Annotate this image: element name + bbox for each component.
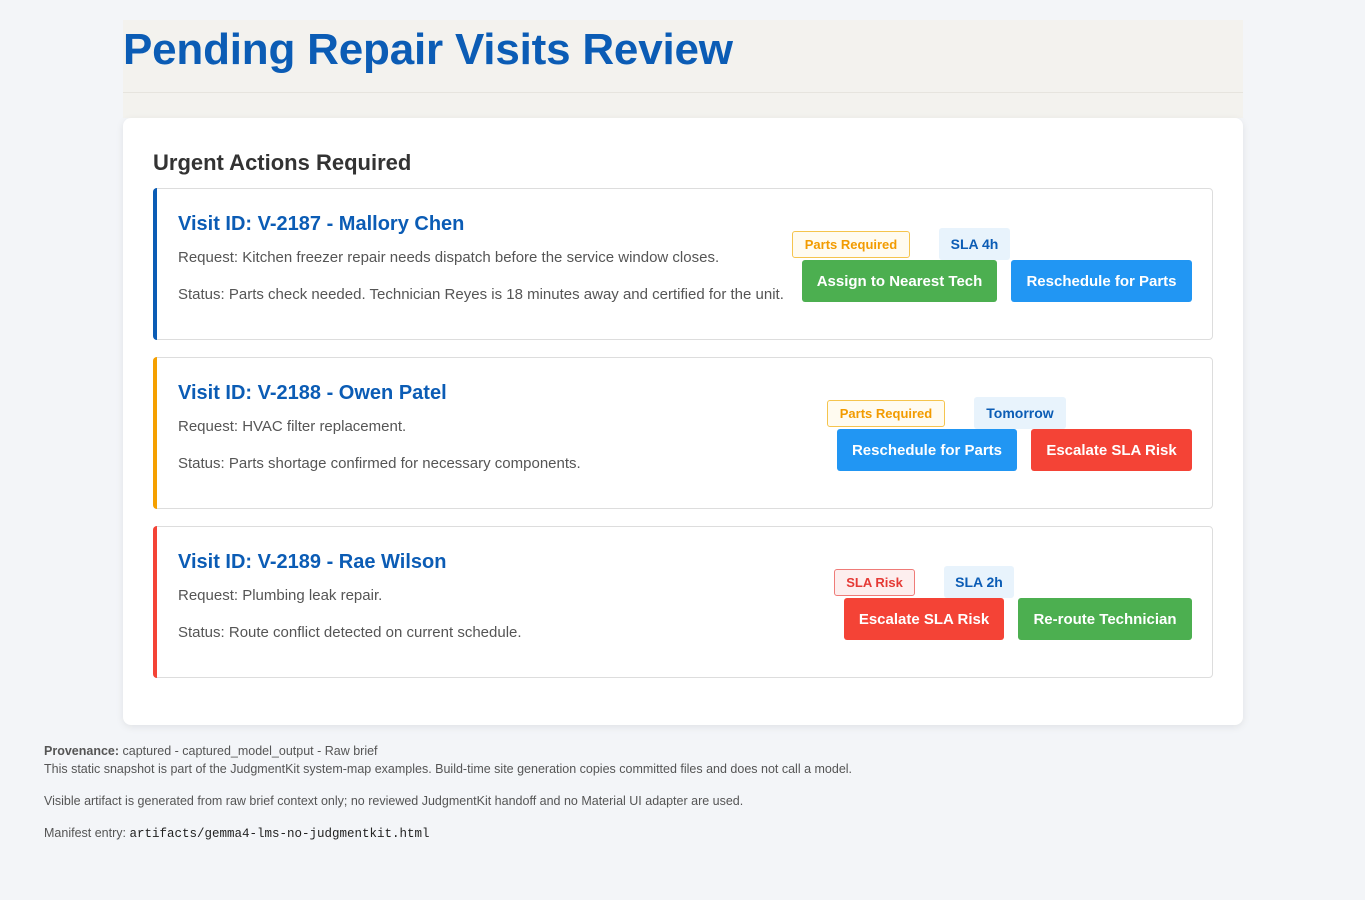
escalate-sla-risk-button[interactable]: Escalate SLA Risk	[844, 598, 1004, 640]
reschedule-for-parts-button[interactable]: Reschedule for Parts	[1011, 260, 1192, 302]
card-accent-bar	[153, 526, 157, 678]
provenance-line: Provenance: captured - captured_model_ou…	[44, 742, 1294, 760]
assign-nearest-tech-button[interactable]: Assign to Nearest Tech	[802, 260, 997, 302]
manifest-path: artifacts/gemma4-lms-no-judgmentkit.html	[129, 827, 430, 841]
reschedule-for-parts-button[interactable]: Reschedule for Parts	[837, 429, 1017, 471]
visit-request: Request: HVAC filter replacement.	[178, 418, 407, 435]
visit-request: Request: Kitchen freezer repair needs di…	[178, 249, 720, 266]
card-accent-bar	[153, 357, 157, 509]
manifest-label: Manifest entry:	[44, 826, 126, 840]
page-header: Pending Repair Visits Review	[123, 20, 1243, 118]
visit-request: Request: Plumbing leak repair.	[178, 587, 383, 604]
section-title: Urgent Actions Required	[153, 150, 412, 175]
visit-card-v-2188: Visit ID: V-2188 - Owen Patel Request: H…	[153, 357, 1213, 509]
visit-status: Status: Parts shortage confirmed for nec…	[178, 455, 581, 472]
schedule-badge: Tomorrow	[974, 397, 1066, 429]
sla-risk-badge: SLA Risk	[834, 569, 915, 596]
visit-card-v-2187: Visit ID: V-2187 - Mallory Chen Request:…	[153, 188, 1213, 340]
re-route-technician-button[interactable]: Re-route Technician	[1018, 598, 1192, 640]
visit-title: Visit ID: V-2187 - Mallory Chen	[178, 213, 465, 235]
snapshot-note: This static snapshot is part of the Judg…	[44, 762, 853, 776]
provenance-label: Provenance:	[44, 744, 120, 758]
manifest-line: Manifest entry: artifacts/gemma4-lms-no-…	[44, 824, 1294, 843]
sla-badge: SLA 4h	[939, 228, 1010, 260]
visit-status: Status: Route conflict detected on curre…	[178, 624, 522, 641]
escalate-sla-risk-button[interactable]: Escalate SLA Risk	[1031, 429, 1192, 471]
visit-title: Visit ID: V-2188 - Owen Patel	[178, 382, 447, 404]
header-divider	[123, 92, 1243, 93]
footer: Provenance: captured - captured_model_ou…	[44, 742, 1294, 843]
urgent-actions-panel: Urgent Actions Required Visit ID: V-2187…	[123, 118, 1243, 725]
parts-required-badge: Parts Required	[792, 231, 910, 258]
page-title: Pending Repair Visits Review	[123, 25, 733, 74]
provenance-value: captured - captured_model_output - Raw b…	[122, 744, 378, 758]
parts-required-badge: Parts Required	[827, 400, 945, 427]
card-accent-bar	[153, 188, 157, 340]
visit-status: Status: Parts check needed. Technician R…	[178, 286, 784, 303]
visit-title: Visit ID: V-2189 - Rae Wilson	[178, 551, 447, 573]
visit-card-v-2189: Visit ID: V-2189 - Rae Wilson Request: P…	[153, 526, 1213, 678]
sla-badge: SLA 2h	[944, 566, 1014, 598]
artifact-note: Visible artifact is generated from raw b…	[44, 794, 744, 808]
